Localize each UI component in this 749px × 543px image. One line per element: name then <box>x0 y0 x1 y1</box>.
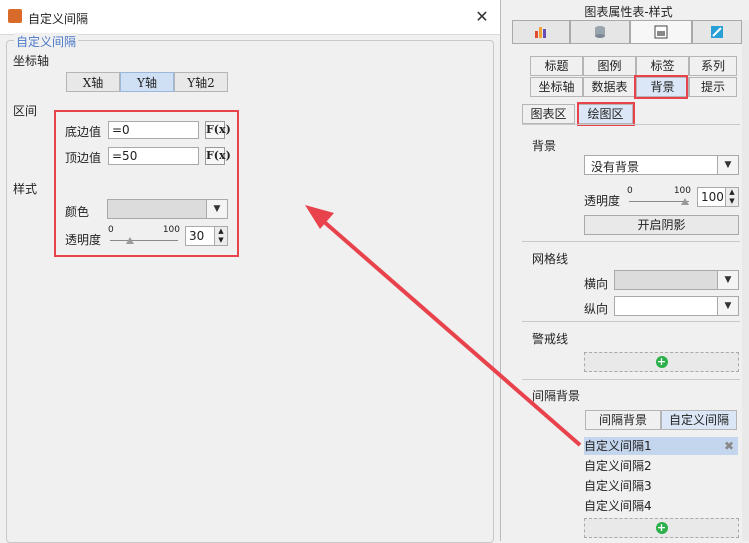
annotation-arrow <box>305 205 582 447</box>
